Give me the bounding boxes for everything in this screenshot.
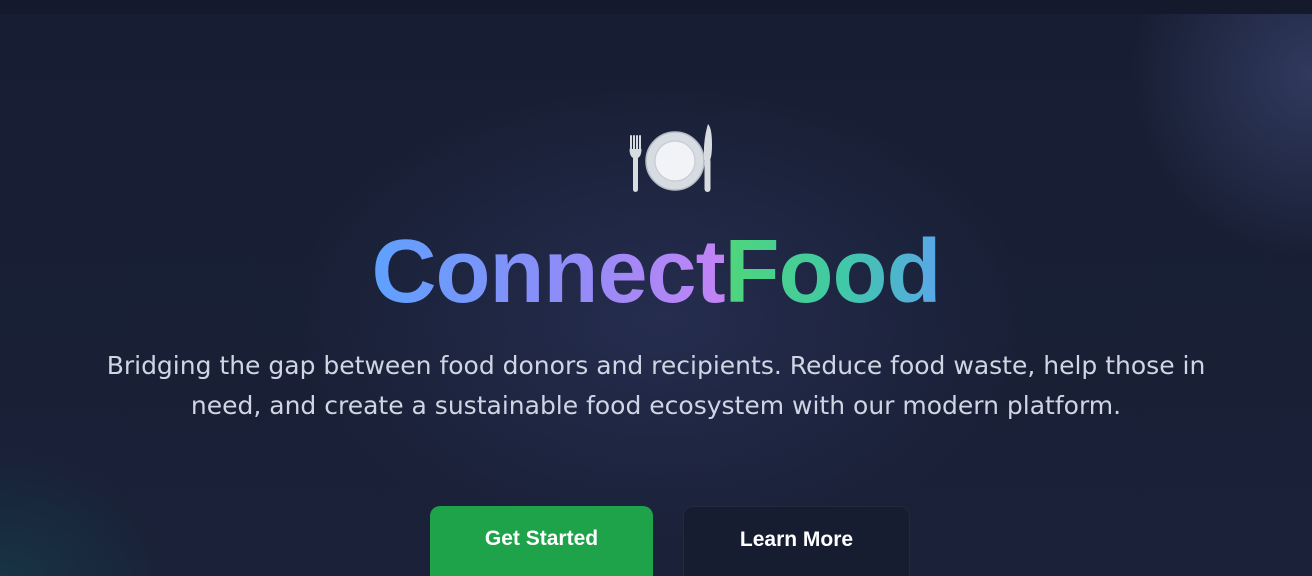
learn-more-button[interactable]: Learn More bbox=[683, 506, 910, 576]
brand-title-connect: Connect bbox=[371, 222, 726, 322]
plate-fork-knife-icon bbox=[629, 124, 712, 192]
brand-title: ConnectFood bbox=[0, 222, 1312, 322]
get-started-button[interactable]: Get Started bbox=[430, 506, 653, 576]
brand-title-food: Food bbox=[724, 222, 942, 322]
top-bar bbox=[0, 0, 1312, 14]
hero-tagline: Bridging the gap between food donors and… bbox=[106, 351, 1206, 420]
